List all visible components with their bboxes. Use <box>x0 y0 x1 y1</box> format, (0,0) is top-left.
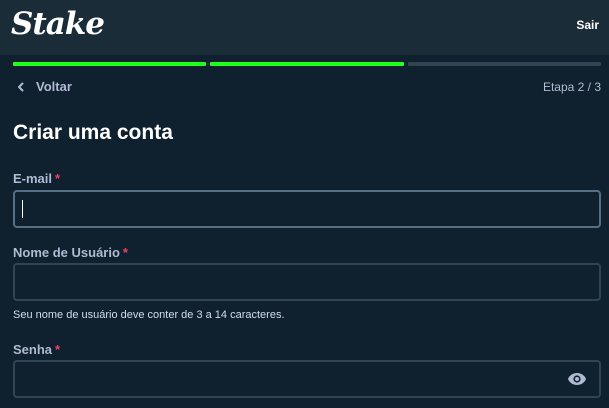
text-caret <box>22 200 23 218</box>
username-label-text: Nome de Usuário <box>13 245 120 260</box>
eye-icon[interactable] <box>567 371 587 387</box>
progress-segment-2 <box>210 62 404 66</box>
username-hint: Seu nome de usuário deve conter de 3 a 1… <box>13 309 285 321</box>
signup-page: Stake Sair Voltar Etapa 2 / 3 Criar uma … <box>0 0 609 408</box>
progress-segment-1 <box>13 62 207 66</box>
email-field[interactable] <box>13 190 601 228</box>
password-input[interactable] <box>15 362 599 396</box>
email-label-text: E-mail <box>13 171 53 186</box>
logout-button[interactable]: Sair <box>576 18 599 32</box>
progress-segment-3 <box>407 62 601 66</box>
password-label-text: Senha <box>13 342 53 357</box>
chevron-left-icon <box>18 82 24 91</box>
username-input[interactable] <box>15 265 599 299</box>
page-title: Criar uma conta <box>13 121 173 144</box>
stake-logo[interactable]: Stake <box>11 5 105 43</box>
password-field[interactable] <box>13 360 601 398</box>
top-header: Stake Sair <box>0 0 609 55</box>
step-progress-bar <box>13 62 601 66</box>
email-input[interactable] <box>15 192 599 226</box>
email-label: E-mail * <box>13 171 60 186</box>
back-label: Voltar <box>36 79 72 94</box>
username-field[interactable] <box>13 263 601 301</box>
password-label: Senha * <box>13 342 60 357</box>
required-marker: * <box>122 245 128 260</box>
required-marker: * <box>55 171 61 186</box>
step-indicator: Etapa 2 / 3 <box>542 80 601 94</box>
username-label: Nome de Usuário * <box>13 245 128 260</box>
required-marker: * <box>55 342 61 357</box>
back-button[interactable]: Voltar <box>14 79 72 94</box>
